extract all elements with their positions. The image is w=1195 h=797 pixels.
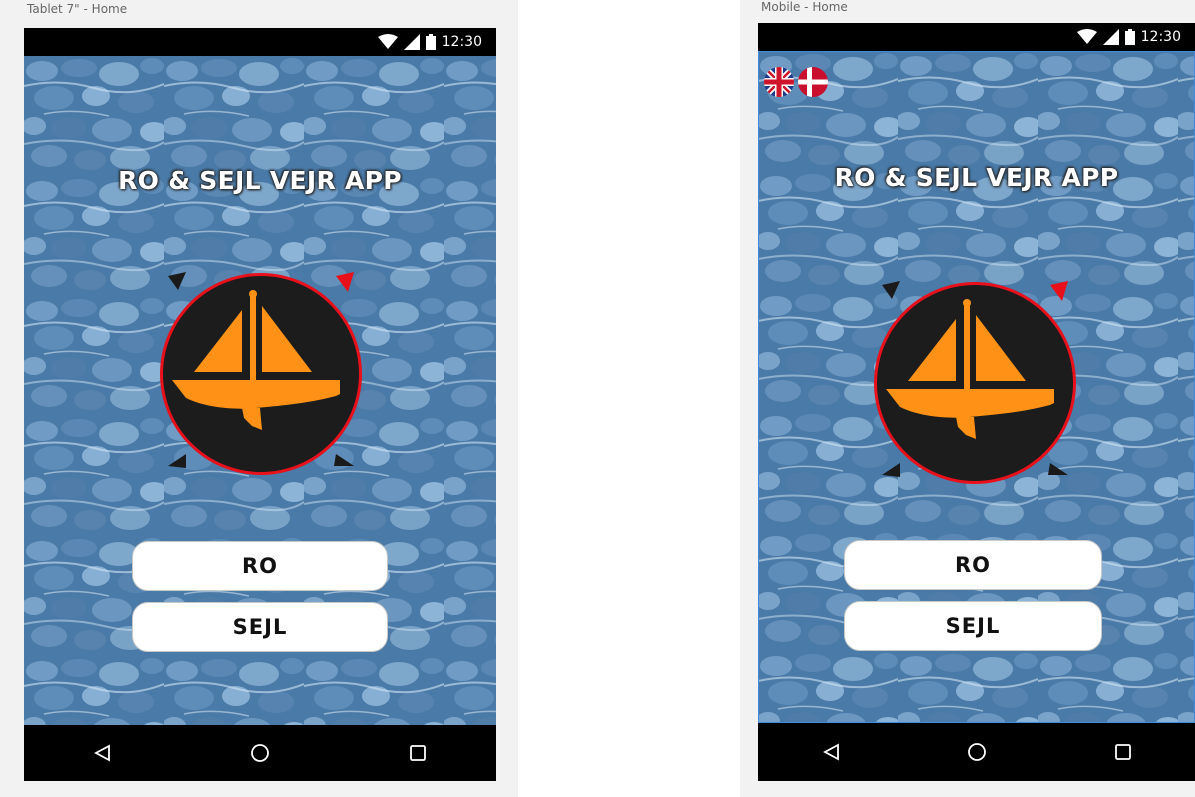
sejl-button[interactable]: SEJL (844, 601, 1102, 651)
mobile-artboard-label: Mobile - Home (761, 0, 848, 14)
status-time: 12:30 (441, 34, 482, 50)
tablet-nav-bar (24, 725, 496, 781)
selection-outline-left (758, 51, 759, 723)
sailboat-compass-logo (160, 272, 362, 475)
mobile-device: 12:30 RO & SEJL VEJR APP RO SEJL (758, 23, 1195, 781)
battery-icon (1124, 29, 1135, 45)
app-title: RO & SEJL VEJR APP (118, 166, 402, 195)
back-triangle-icon[interactable] (93, 744, 111, 762)
back-triangle-icon[interactable] (822, 743, 840, 761)
signal-icon (403, 34, 420, 50)
wifi-icon (1076, 29, 1097, 44)
tablet-artboard-label: Tablet 7" - Home (27, 2, 128, 16)
wifi-icon (377, 34, 398, 49)
home-circle-icon[interactable] (250, 743, 270, 763)
ro-button[interactable]: RO (844, 540, 1102, 590)
battery-icon (425, 34, 436, 50)
selection-outline-top (758, 51, 1195, 52)
tablet-status-bar: 12:30 (24, 28, 496, 56)
app-title: RO & SEJL VEJR APP (834, 163, 1119, 192)
mobile-screen: RO & SEJL VEJR APP RO SEJL (758, 51, 1195, 723)
sailboat-compass-logo (874, 281, 1076, 484)
tablet-device: 12:30 RO & SEJL VEJR APP RO SEJL (24, 28, 496, 781)
denmark-flag-icon[interactable] (798, 67, 828, 97)
sejl-button[interactable]: SEJL (132, 602, 388, 652)
mobile-status-bar: 12:30 (758, 23, 1195, 51)
language-flags (764, 67, 828, 97)
signal-icon (1102, 29, 1119, 45)
mobile-nav-bar (758, 723, 1195, 781)
ro-button[interactable]: RO (132, 541, 388, 591)
home-circle-icon[interactable] (967, 742, 987, 762)
recents-square-icon[interactable] (1114, 743, 1132, 761)
uk-flag-icon[interactable] (764, 67, 794, 97)
tablet-screen: RO & SEJL VEJR APP RO SEJL (24, 56, 496, 725)
status-time: 12:30 (1140, 29, 1181, 45)
recents-square-icon[interactable] (409, 744, 427, 762)
